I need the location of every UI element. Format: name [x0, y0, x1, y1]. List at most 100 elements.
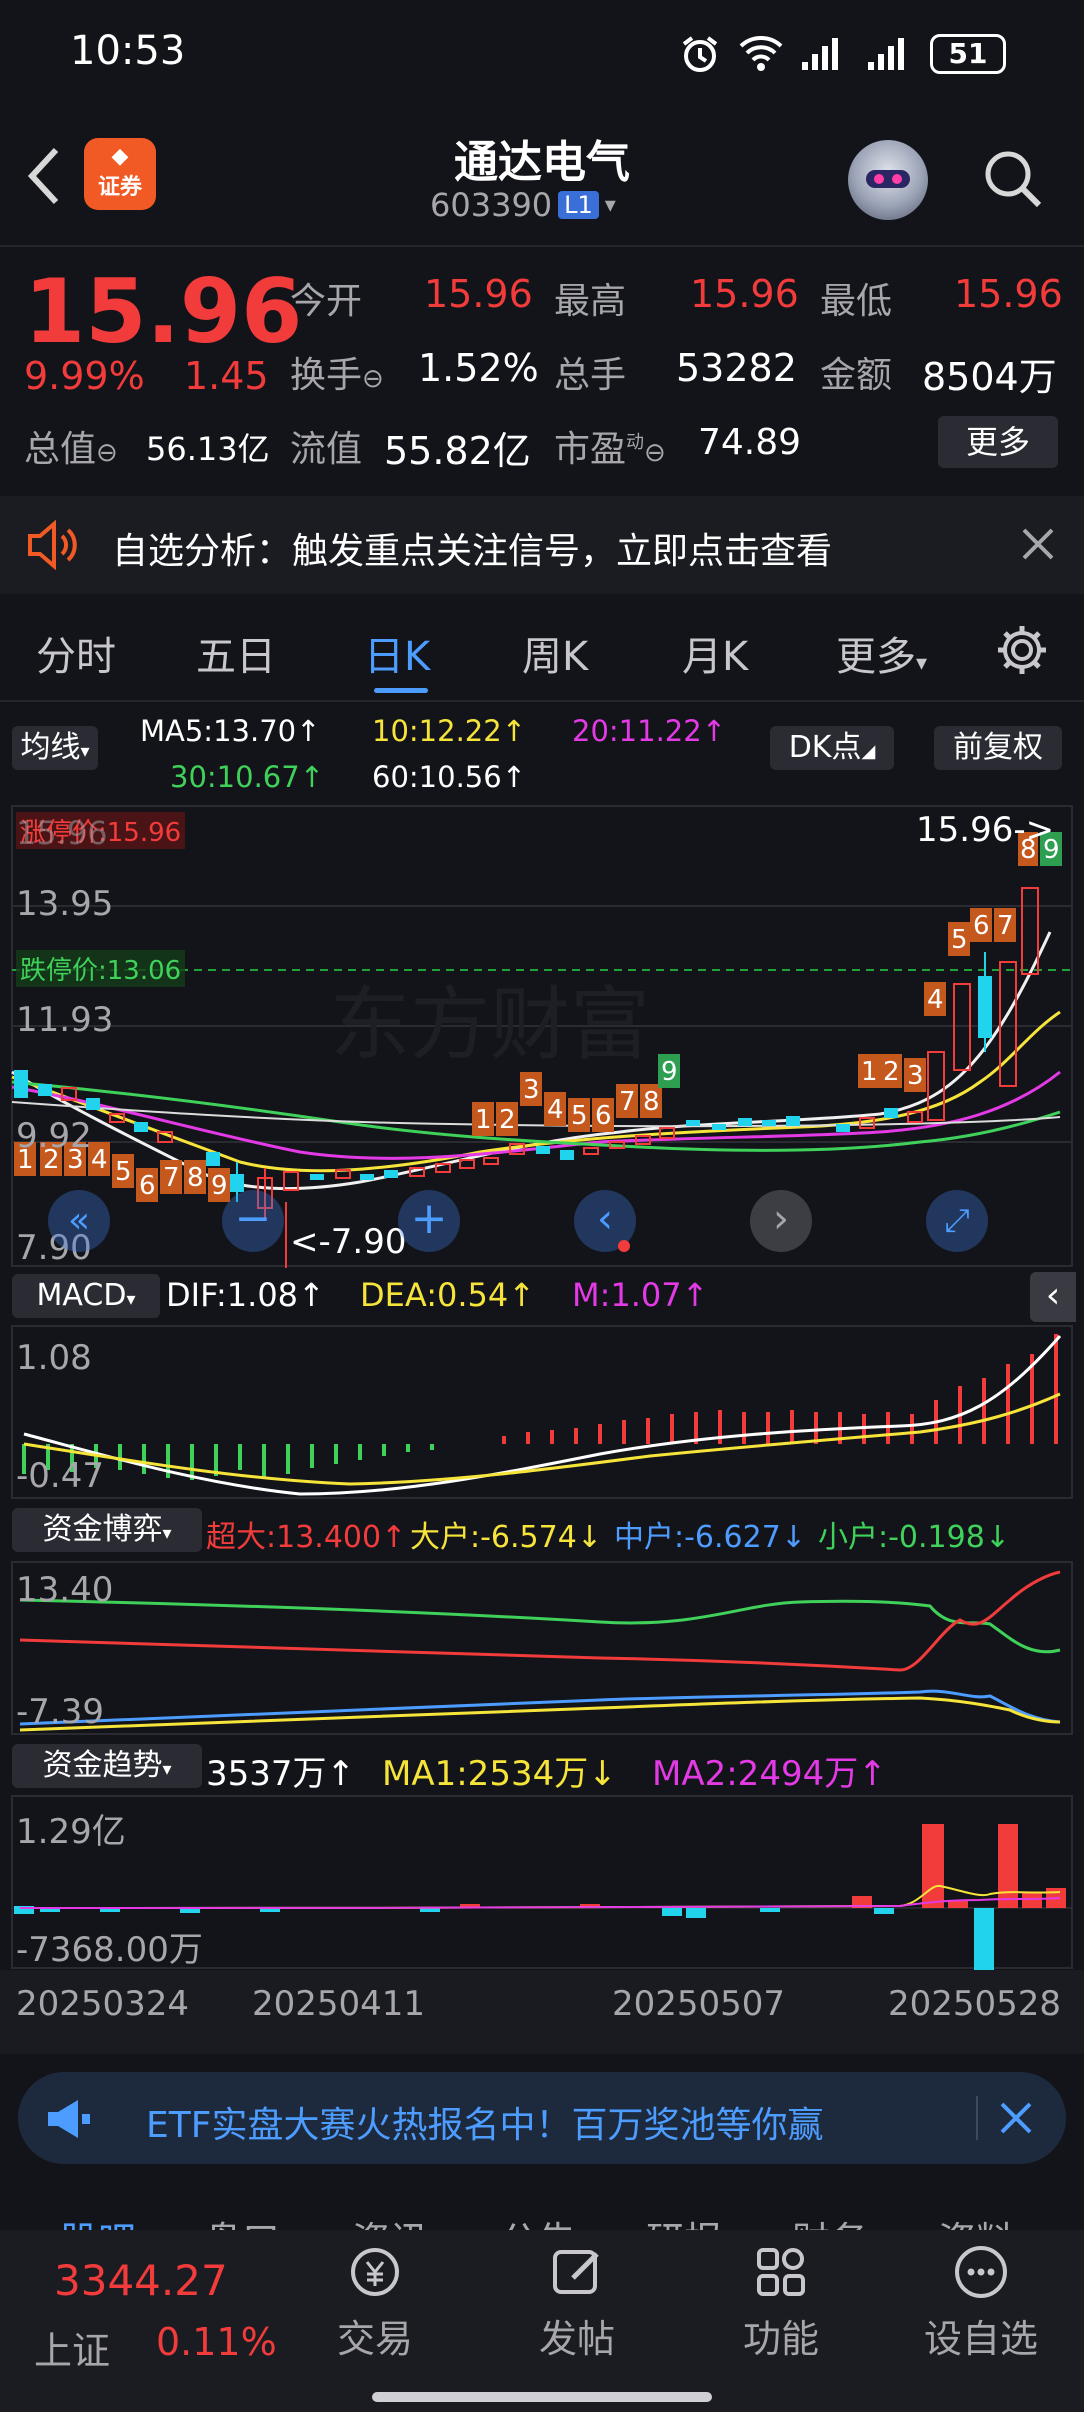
last-price-marker: 15.96->	[916, 810, 1055, 850]
peek-tab-notice[interactable]: 公告	[500, 2210, 576, 2230]
ma60-label: 60:10.56↑	[372, 760, 526, 794]
scroll-left-fast-button[interactable]: «	[48, 1190, 110, 1252]
peek-tab-guba[interactable]: 股吧	[60, 2210, 136, 2230]
nav-function[interactable]: 功能	[736, 2242, 826, 2363]
scroll-right-button[interactable]: ›	[750, 1190, 812, 1252]
peek-tab-pankou[interactable]: 盘口	[204, 2210, 280, 2230]
nav-trade-label: 交易	[336, 2317, 413, 2361]
fullscreen-icon[interactable]: ⤢	[926, 1190, 988, 1252]
nav-add-watchlist[interactable]: 设自选	[916, 2242, 1046, 2363]
date-axis: 20250324 20250411 20250507 20250528	[0, 1970, 1084, 2054]
promo-banner[interactable]: ETF实盘大赛火热报名中！百万奖池等你赢	[18, 2072, 1066, 2164]
quote-panel: 15.96 9.99% 1.45 今开 15.96 最高 15.96 最低 15…	[0, 248, 1084, 493]
svg-text:5: 5	[115, 1157, 132, 1187]
svg-text:2: 2	[883, 1057, 900, 1087]
header: ◆ 证券 通达电气 603390 L1 ▾	[0, 110, 1084, 240]
fund-trend-selector[interactable]: 资金趋势▾	[12, 1744, 202, 1788]
turnover-label: 换手⊖	[290, 355, 384, 396]
svg-text:6: 6	[139, 1171, 156, 1201]
kline-svg: 东方财富 1 2 3 4 5 6 7 8 9 1 2 3 4 5 6 7 8 9…	[11, 805, 1073, 1268]
signal-icon-1	[800, 34, 846, 72]
notice-text[interactable]: 自选分析：触发重点关注信号，立即点击查看	[112, 522, 832, 574]
high-label: 最高	[554, 281, 627, 322]
svg-text:7: 7	[163, 1163, 180, 1193]
robot-avatar-icon[interactable]	[848, 140, 928, 220]
nav-post-label: 发帖	[538, 2317, 615, 2361]
grid-icon	[736, 2242, 826, 2302]
index-name[interactable]: 上证	[34, 2320, 110, 2375]
svg-text:1: 1	[861, 1057, 878, 1087]
divider	[0, 700, 1084, 702]
amount-label: 金额	[820, 355, 893, 396]
collapse-panel-button[interactable]: ‹	[1030, 1272, 1076, 1322]
fund-trend-panel[interactable]: 资金趋势▾ 3537万↑ MA1:2534万↓ MA2:2494万↑ 1.29亿…	[0, 1738, 1084, 1970]
tab-month-k[interactable]: 月K	[682, 624, 748, 682]
macd-panel[interactable]: MACD▾ DIF:1.08↑ DEA:0.54↑ M:1.07↑ ‹ 1.08…	[0, 1268, 1084, 1500]
fund-mid: 中户:-6.627↓	[614, 1520, 806, 1555]
macd-axis-top: 1.08	[16, 1338, 92, 1378]
tab-five-day[interactable]: 五日	[196, 624, 276, 682]
home-indicator[interactable]	[372, 2392, 712, 2402]
fund-trend-axis-bottom: -7368.00万	[16, 1930, 203, 1970]
last-price: 15.96	[24, 260, 303, 363]
trade-icon	[330, 2242, 420, 2302]
close-icon[interactable]	[998, 2100, 1034, 2136]
dk-point-button[interactable]: DK点◢	[770, 726, 894, 770]
svg-text:9: 9	[211, 1171, 228, 1201]
index-value[interactable]: 3344.27	[54, 2256, 228, 2305]
fund-super: 超大:13.400↑	[206, 1520, 407, 1555]
macd-selector[interactable]: MACD▾	[12, 1274, 160, 1318]
peek-tab-finance[interactable]: 财务	[792, 2210, 868, 2230]
tab-week-k[interactable]: 周K	[522, 624, 588, 682]
float-label: 流值	[290, 429, 363, 470]
nav-trade[interactable]: 交易	[330, 2242, 420, 2363]
more-button[interactable]: 更多	[938, 416, 1058, 468]
info-icon[interactable]: ⊖	[362, 364, 384, 394]
svg-text:7: 7	[997, 911, 1014, 941]
svg-text:4: 4	[927, 985, 944, 1015]
chevron-down-icon[interactable]: ▾	[605, 193, 616, 218]
divider	[0, 245, 1084, 247]
info-icon[interactable]: ⊖	[644, 438, 666, 468]
peek-tab-research[interactable]: 研报	[646, 2210, 722, 2230]
promo-text[interactable]: ETF实盘大赛火热报名中！百万奖池等你赢	[146, 2096, 823, 2148]
alarm-icon	[680, 34, 720, 74]
adjust-button[interactable]: 前复权	[934, 726, 1062, 770]
settings-gear-icon[interactable]	[994, 622, 1050, 678]
tab-minute[interactable]: 分时	[36, 624, 116, 682]
low-price-marker: <-7.90	[290, 1222, 407, 1262]
fund-game-panel[interactable]: 资金博弈▾ 超大:13.400↑ 大户:-6.574↓ 中户:-6.627↓ 小…	[0, 1502, 1084, 1738]
peek-tab-profile[interactable]: 资料	[938, 2210, 1014, 2230]
macd-svg	[11, 1325, 1073, 1499]
fund-trend-axis-top: 1.29亿	[16, 1812, 126, 1852]
macd-dif: DIF:1.08↑	[166, 1276, 325, 1314]
notice-bar[interactable]: 自选分析：触发重点关注信号，立即点击查看	[0, 496, 1084, 594]
close-icon[interactable]	[1020, 526, 1056, 562]
tab-day-k[interactable]: 日K	[364, 624, 430, 682]
fund-big: 大户:-6.574↓	[410, 1520, 602, 1555]
peek-tab-news[interactable]: 资讯	[352, 2210, 428, 2230]
fund-small: 小户:-0.198↓	[818, 1520, 1010, 1555]
macd-dea: DEA:0.54↑	[360, 1276, 536, 1314]
nav-post[interactable]: 发帖	[532, 2242, 622, 2363]
svg-text:8: 8	[187, 1163, 204, 1193]
svg-text:9: 9	[661, 1057, 678, 1087]
status-bar: 10:53 51	[0, 0, 1084, 110]
zoom-in-button[interactable]: +	[398, 1190, 460, 1252]
info-icon[interactable]: ⊖	[96, 438, 118, 468]
svg-text:2: 2	[499, 1105, 516, 1135]
ma-selector[interactable]: 均线▾	[12, 726, 98, 770]
stock-code: 603390	[430, 186, 553, 224]
zoom-out-button[interactable]: −	[222, 1190, 284, 1252]
ma10-label: 10:12.22↑	[372, 714, 526, 748]
level-badge[interactable]: L1	[558, 191, 599, 219]
change-pct: 9.99%	[24, 354, 145, 398]
tab-more[interactable]: 更多▾	[836, 624, 927, 682]
index-change[interactable]: 0.11%	[156, 2320, 277, 2364]
fund-game-selector[interactable]: 资金博弈▾	[12, 1508, 202, 1552]
kline-chart[interactable]: 东方财富 1 2 3 4 5 6 7 8 9 1 2 3 4 5 6 7 8 9…	[0, 802, 1084, 1268]
search-icon[interactable]	[980, 146, 1044, 210]
battery-icon: 51	[930, 34, 1006, 74]
stock-code-row: 603390 L1 ▾	[430, 186, 616, 224]
svg-text:1: 1	[475, 1105, 492, 1135]
